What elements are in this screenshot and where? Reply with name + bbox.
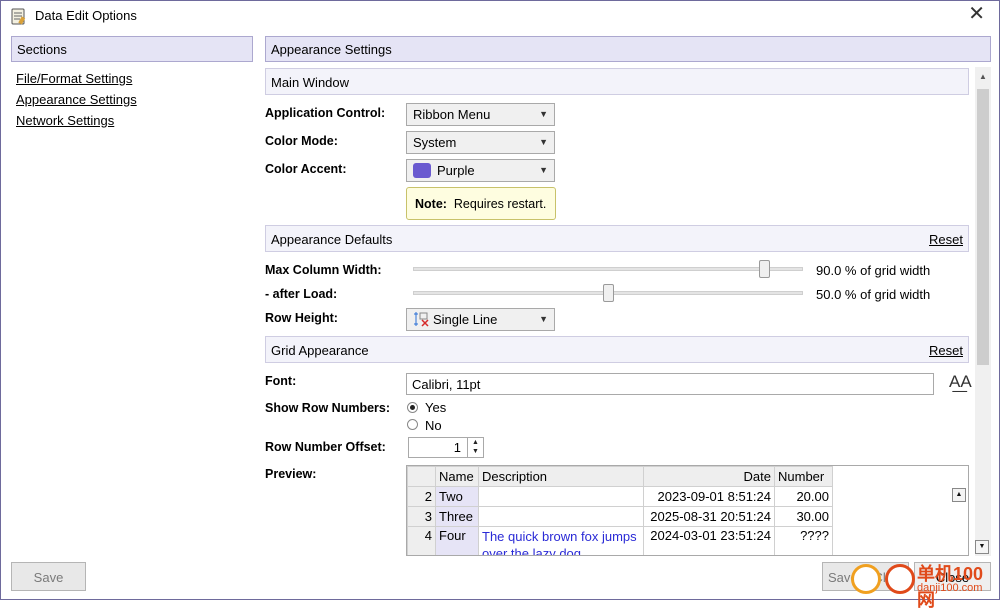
sidebar-item-file-format[interactable]: File/Format Settings	[16, 71, 132, 86]
max-column-width-value: 90.0 % of grid width	[816, 263, 931, 278]
max-column-width-label: Max Column Width:	[265, 263, 382, 277]
row-number-cell: 3	[407, 506, 436, 527]
app-icon	[11, 8, 26, 25]
after-load-thumb[interactable]	[603, 284, 614, 302]
radio-no-label[interactable]: No	[425, 418, 442, 433]
preview-scroll-up-icon[interactable]: ▲	[952, 488, 966, 502]
appearance-defaults-title: Appearance Defaults	[271, 232, 393, 247]
color-swatch-icon	[413, 163, 431, 179]
show-row-numbers-label: Show Row Numbers:	[265, 401, 391, 415]
max-column-width-track[interactable]	[413, 267, 803, 271]
note-text: Requires restart.	[453, 197, 547, 211]
row-height-dropdown[interactable]: Single Line ▼	[406, 308, 555, 331]
reset-defaults-link[interactable]: Reset	[929, 232, 963, 247]
number-cell[interactable]: 30.00	[774, 506, 833, 527]
preview-label: Preview:	[265, 467, 317, 481]
sidebar-item-network[interactable]: Network Settings	[16, 113, 114, 128]
color-mode-label: Color Mode:	[265, 134, 338, 148]
after-load-value: 50.0 % of grid width	[816, 287, 931, 302]
name-cell[interactable]: Three	[435, 506, 479, 527]
note-bold: Note:	[415, 197, 447, 211]
radio-yes[interactable]	[407, 402, 418, 413]
table-row[interactable]: 2 Two 2023-09-01 8:51:24 20.00	[407, 486, 833, 507]
title-bar: Data Edit Options ✕	[1, 1, 999, 31]
font-label: Font:	[265, 374, 297, 388]
chevron-down-icon: ▼	[539, 137, 548, 147]
col-header-number[interactable]: Number	[774, 466, 833, 487]
color-accent-dropdown[interactable]: Purple ▼	[406, 159, 555, 182]
application-control-dropdown[interactable]: Ribbon Menu ▼	[406, 103, 555, 126]
window-title: Data Edit Options	[35, 8, 137, 23]
row-number-offset-label: Row Number Offset:	[265, 440, 386, 454]
close-window-icon[interactable]: ✕	[968, 4, 985, 24]
row-number-cell: 2	[407, 486, 436, 507]
chevron-down-icon: ▼	[539, 165, 548, 175]
row-number-offset-value: 1	[453, 440, 461, 455]
max-column-width-thumb[interactable]	[759, 260, 770, 278]
sidebar-item-appearance[interactable]: Appearance Settings	[16, 92, 137, 107]
grid-appearance-title: Grid Appearance	[271, 343, 369, 358]
save-button[interactable]: Save	[11, 562, 86, 591]
col-header-name[interactable]: Name	[435, 466, 479, 487]
after-load-label: - after Load:	[265, 287, 338, 301]
radio-no[interactable]	[407, 419, 418, 430]
application-control-label: Application Control:	[265, 106, 386, 120]
color-accent-label: Color Accent:	[265, 162, 347, 176]
scrollbar-thumb[interactable]	[977, 89, 989, 365]
settings-content: Main Window Application Control: Ribbon …	[265, 67, 975, 556]
spin-down-icon[interactable]: ▼	[468, 447, 483, 456]
watermark-circle-icon	[851, 564, 881, 594]
restart-note: Note: Requires restart.	[406, 187, 556, 220]
row-height-label: Row Height:	[265, 311, 338, 325]
description-cell[interactable]: The quick brown fox jumps over the lazy …	[478, 526, 644, 555]
watermark-subtext: danji100.com	[917, 582, 983, 594]
font-picker-icon[interactable]: A͟A	[949, 372, 972, 392]
row-number-cell: 4	[407, 526, 436, 555]
name-cell[interactable]: Two	[435, 486, 479, 507]
appearance-settings-header: Appearance Settings	[265, 36, 991, 62]
scroll-up-icon[interactable]: ▲	[979, 72, 987, 81]
number-cell[interactable]: ????	[774, 526, 833, 555]
main-window-group-header: Main Window	[265, 68, 969, 95]
spin-buttons: ▲ ▼	[467, 438, 483, 457]
row-height-value: Single Line	[433, 312, 498, 327]
col-header-description[interactable]: Description	[478, 466, 644, 487]
description-cell[interactable]	[478, 486, 644, 507]
color-mode-value: System	[413, 135, 457, 150]
name-cell[interactable]: Four	[435, 526, 479, 555]
reset-grid-link[interactable]: Reset	[929, 343, 963, 358]
main-window-title: Main Window	[271, 75, 350, 90]
content-scrollbar[interactable]: ▲	[975, 67, 991, 556]
preview-grid[interactable]: Name Description Date Number 2 Two 2023-…	[406, 465, 969, 556]
radio-yes-label[interactable]: Yes	[425, 400, 446, 415]
col-header-date[interactable]: Date	[643, 466, 775, 487]
preview-header-row: Name Description Date Number	[407, 466, 833, 487]
number-cell[interactable]: 20.00	[774, 486, 833, 507]
sections-header: Sections	[11, 36, 253, 62]
grid-appearance-group-header: Grid Appearance Reset	[265, 336, 969, 363]
row-number-offset-spinner[interactable]: 1 ▲ ▼	[408, 437, 484, 458]
date-cell[interactable]: 2024-03-01 23:51:24	[643, 526, 775, 555]
font-field[interactable]: Calibri, 11pt	[406, 373, 934, 395]
appearance-defaults-group-header: Appearance Defaults Reset	[265, 225, 969, 252]
font-value: Calibri, 11pt	[412, 377, 481, 392]
date-cell[interactable]: 2023-09-01 8:51:24	[643, 486, 775, 507]
spin-up-icon[interactable]: ▲	[468, 438, 483, 447]
color-mode-dropdown[interactable]: System ▼	[406, 131, 555, 154]
description-cell[interactable]	[478, 506, 644, 527]
watermark-logo: 单机100网 danji100.com	[851, 558, 1000, 610]
row-height-icon	[414, 312, 429, 327]
corner-cell	[407, 466, 436, 487]
chevron-down-icon: ▼	[539, 314, 548, 324]
preview-table: Name Description Date Number 2 Two 2023-…	[407, 466, 833, 555]
table-row[interactable]: 4 Four The quick brown fox jumps over th…	[407, 526, 833, 555]
chevron-down-icon: ▼	[539, 109, 548, 119]
watermark-circle-icon	[885, 564, 915, 594]
options-window: Data Edit Options ✕ Sections File/Format…	[0, 0, 1000, 610]
color-accent-value: Purple	[437, 163, 475, 178]
scroll-down-icon[interactable]: ▼	[975, 540, 989, 554]
table-row[interactable]: 3 Three 2025-08-31 20:51:24 30.00	[407, 506, 833, 527]
date-cell[interactable]: 2025-08-31 20:51:24	[643, 506, 775, 527]
application-control-value: Ribbon Menu	[413, 107, 491, 122]
